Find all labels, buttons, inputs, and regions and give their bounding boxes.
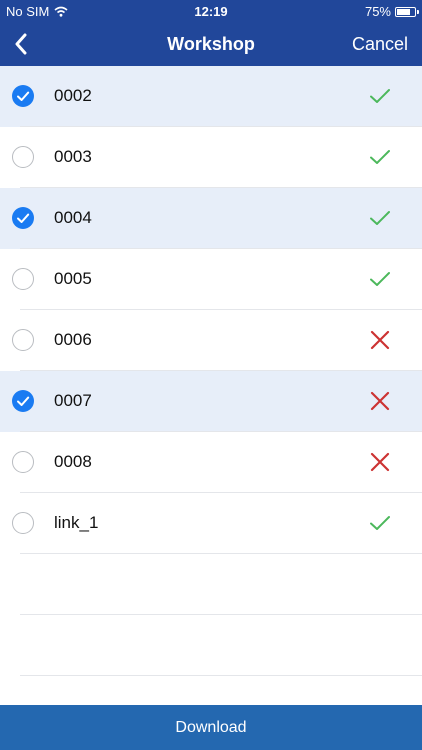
item-label: 0007 bbox=[54, 391, 92, 410]
checked-checkbox[interactable] bbox=[12, 85, 34, 107]
nav-bar: Workshop Cancel bbox=[0, 22, 422, 66]
failure-x-icon bbox=[368, 389, 392, 413]
list-item[interactable]: 0002 bbox=[0, 66, 422, 127]
list-item[interactable]: 0007 bbox=[0, 371, 422, 432]
top-bar: No SIM 12:19 75% Workshop Cancel bbox=[0, 0, 422, 66]
unchecked-checkbox[interactable] bbox=[12, 451, 34, 473]
status-bar: No SIM 12:19 75% bbox=[0, 0, 422, 22]
unchecked-checkbox[interactable] bbox=[12, 329, 34, 351]
empty-row-divider bbox=[20, 675, 422, 676]
success-check-icon bbox=[368, 267, 392, 291]
item-label: 0006 bbox=[54, 330, 92, 349]
failure-x-icon bbox=[368, 328, 392, 352]
list-item[interactable]: 0003 bbox=[0, 127, 422, 188]
cancel-button[interactable]: Cancel bbox=[352, 34, 408, 55]
battery-group: 75% bbox=[364, 4, 419, 19]
list-item[interactable]: 0006 bbox=[0, 310, 422, 371]
unchecked-checkbox[interactable] bbox=[12, 512, 34, 534]
download-button[interactable]: Download bbox=[0, 705, 422, 750]
unchecked-checkbox[interactable] bbox=[12, 146, 34, 168]
success-check-icon bbox=[368, 206, 392, 230]
checkmark-icon bbox=[17, 91, 30, 101]
unchecked-checkbox[interactable] bbox=[12, 268, 34, 290]
download-label: Download bbox=[175, 718, 247, 736]
item-label: 0002 bbox=[54, 86, 92, 105]
item-label: 0004 bbox=[54, 208, 92, 227]
battery-percent: 75% bbox=[364, 4, 391, 19]
success-check-icon bbox=[368, 84, 392, 108]
item-label: 0003 bbox=[54, 147, 92, 166]
list-item[interactable]: 0008 bbox=[0, 432, 422, 493]
list-item[interactable]: link_1 bbox=[0, 493, 422, 554]
item-label: 0008 bbox=[54, 452, 92, 471]
item-list: 0002 0003 0004 0005 0006 0007 0008 link_1 bbox=[0, 66, 422, 554]
list-item[interactable]: 0005 bbox=[0, 249, 422, 310]
success-check-icon bbox=[368, 511, 392, 535]
item-label: link_1 bbox=[54, 513, 99, 532]
failure-x-icon bbox=[368, 450, 392, 474]
list-item[interactable]: 0004 bbox=[0, 188, 422, 249]
empty-row-divider bbox=[20, 614, 422, 615]
clock: 12:19 bbox=[194, 4, 228, 19]
checked-checkbox[interactable] bbox=[12, 390, 34, 412]
battery-level bbox=[397, 8, 410, 15]
checkmark-icon bbox=[17, 213, 30, 223]
item-label: 0005 bbox=[54, 269, 92, 288]
battery-icon bbox=[395, 6, 419, 17]
checkmark-icon bbox=[17, 396, 30, 406]
success-check-icon bbox=[368, 145, 392, 169]
checked-checkbox[interactable] bbox=[12, 207, 34, 229]
